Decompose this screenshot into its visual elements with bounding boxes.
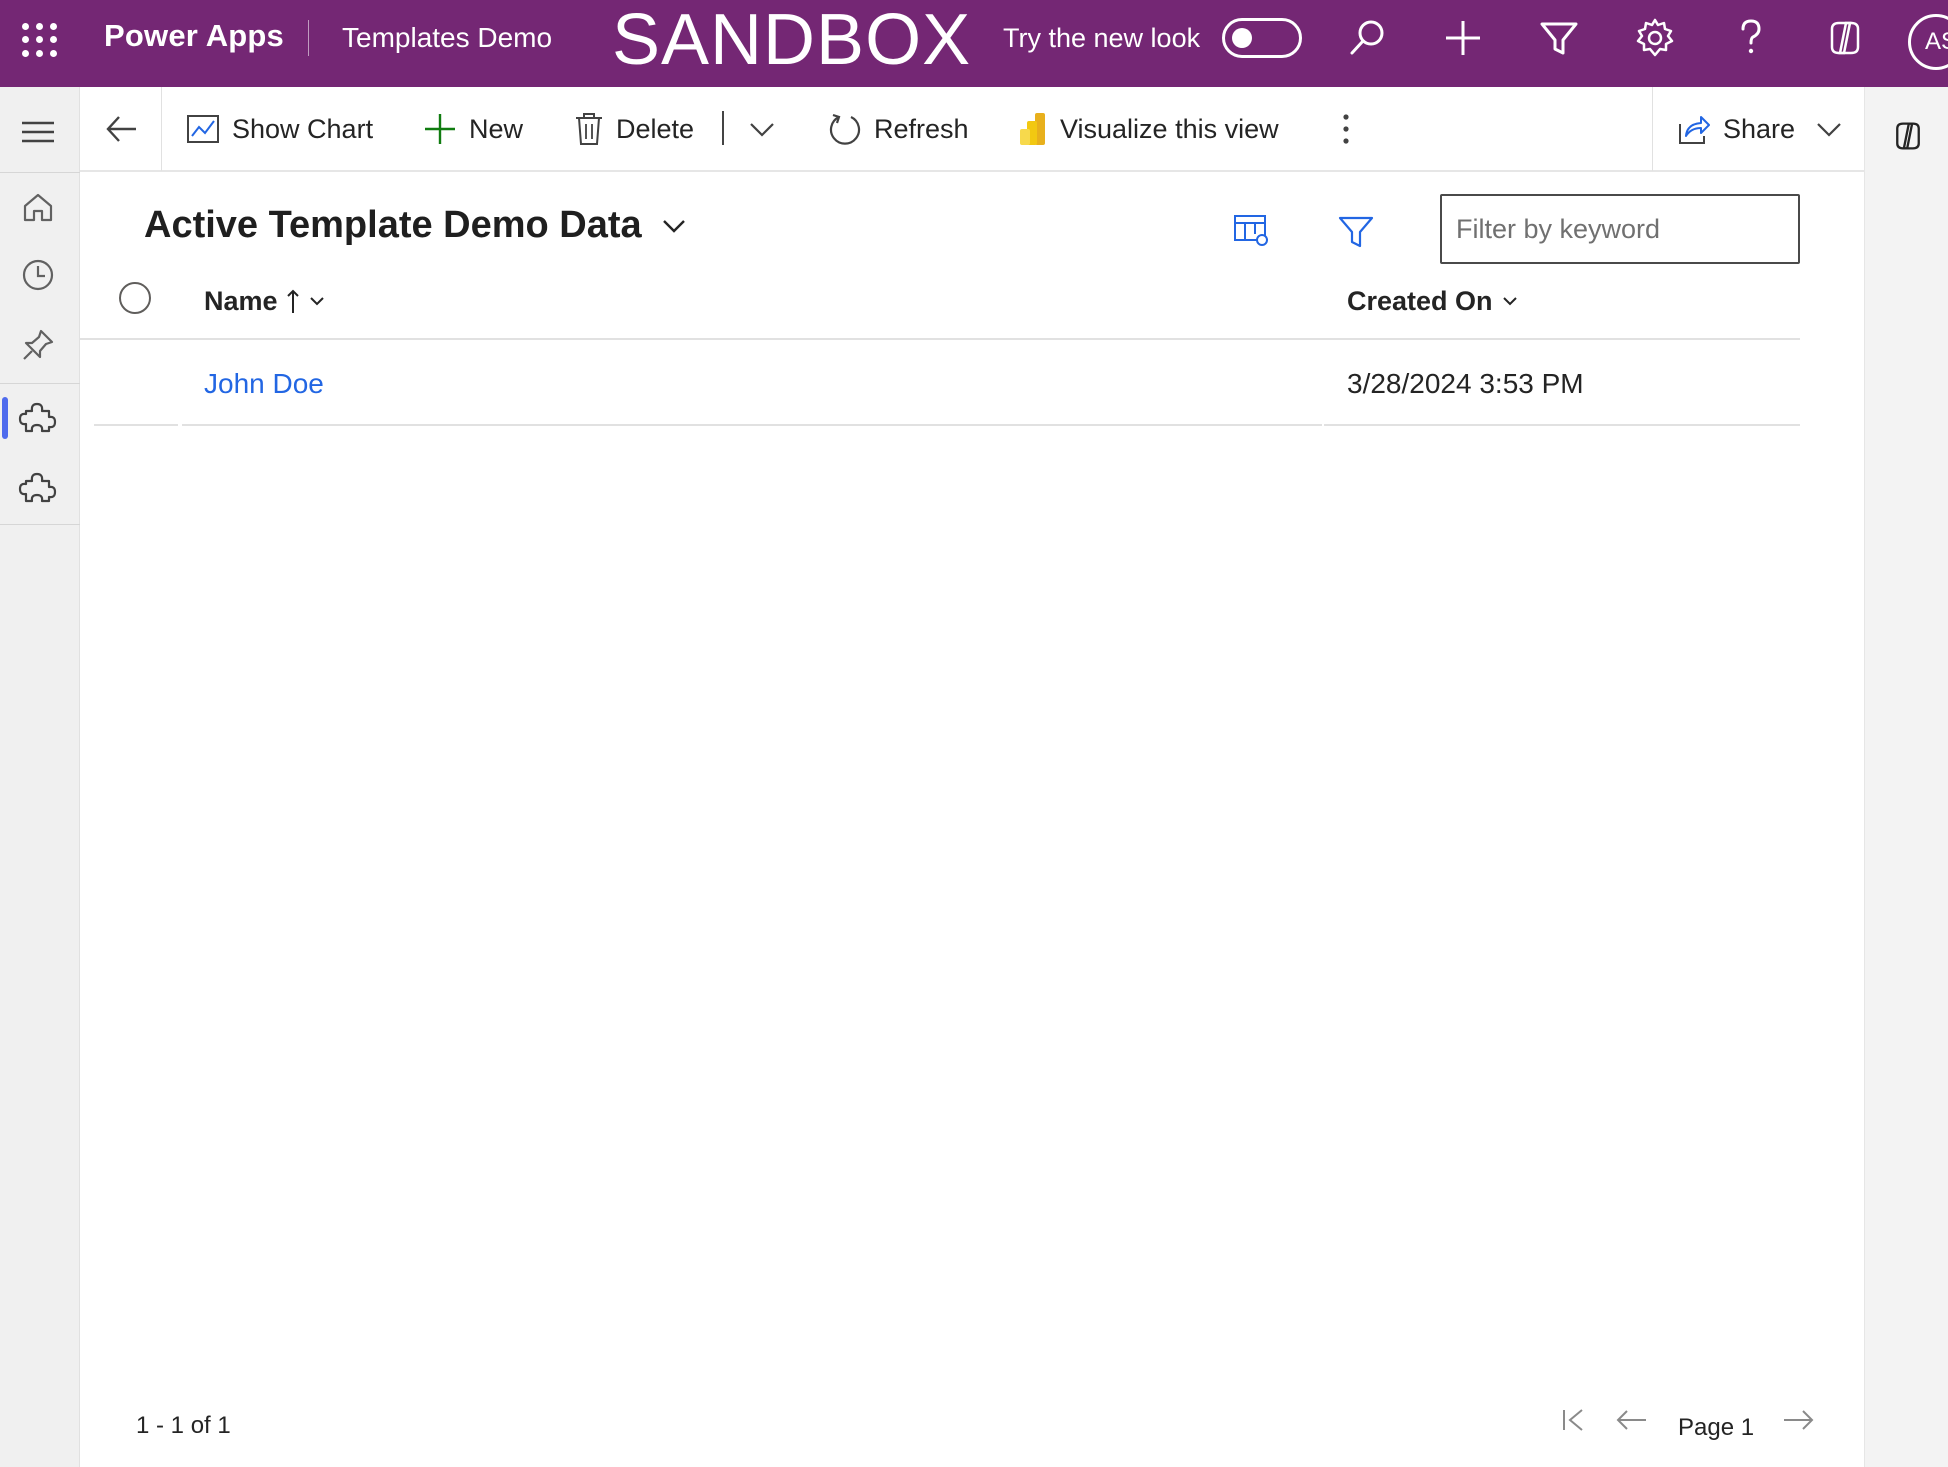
sort-ascending-icon	[286, 289, 299, 313]
visualize-view-button[interactable]: Visualize this view	[1018, 87, 1279, 171]
previous-page-icon[interactable]	[1614, 1400, 1650, 1440]
row-divider	[1324, 424, 1800, 426]
home-icon[interactable]	[18, 187, 58, 227]
add-icon	[425, 114, 455, 144]
app-name[interactable]: Power Apps	[104, 18, 284, 54]
toggle-knob	[1232, 28, 1252, 48]
add-icon[interactable]	[1440, 15, 1486, 61]
record-count: 1 - 1 of 1	[136, 1412, 231, 1439]
top-header-bar: Power Apps Templates Demo SANDBOX Try th…	[0, 0, 1948, 87]
recent-clock-icon[interactable]	[18, 255, 58, 295]
filter-icon[interactable]	[1536, 15, 1582, 61]
refresh-label: Refresh	[874, 113, 969, 144]
puzzle-icon[interactable]	[18, 397, 58, 437]
help-question-icon[interactable]	[1728, 15, 1774, 61]
trash-icon	[576, 113, 602, 145]
pin-icon[interactable]	[18, 325, 58, 365]
left-sitemap-nav	[0, 87, 80, 1467]
back-button[interactable]	[80, 87, 162, 171]
environment-name[interactable]: Templates Demo	[342, 22, 552, 54]
app-launcher-waffle-icon[interactable]	[20, 21, 58, 59]
nav-separator	[0, 524, 80, 525]
puzzle-icon[interactable]	[18, 467, 58, 507]
filter-keyword-input[interactable]	[1440, 194, 1800, 264]
next-page-icon[interactable]	[1780, 1400, 1816, 1440]
column-header-name[interactable]: Name	[204, 284, 326, 318]
delete-button[interactable]: Delete	[574, 87, 694, 171]
nav-separator	[0, 383, 80, 384]
delete-label: Delete	[616, 113, 695, 144]
edit-columns-icon[interactable]	[1232, 210, 1272, 250]
hamburger-menu-icon[interactable]	[18, 112, 58, 152]
row-divider	[94, 424, 178, 426]
chevron-down-icon	[1502, 297, 1517, 306]
more-commands-button[interactable]	[1340, 87, 1364, 171]
command-separator	[722, 111, 724, 145]
nav-selected-indicator	[2, 397, 8, 439]
sandbox-banner: SANDBOX	[612, 0, 972, 80]
column-label: Name	[204, 285, 278, 316]
column-label: Created On	[1347, 285, 1493, 316]
back-arrow-icon	[106, 116, 136, 142]
row-divider	[182, 424, 1322, 426]
chevron-down-icon	[750, 123, 774, 137]
table-row[interactable]: John Doe 3/28/2024 3:53 PM	[80, 342, 1800, 428]
created-on-cell: 3/28/2024 3:53 PM	[1347, 368, 1584, 399]
show-chart-label: Show Chart	[232, 113, 374, 144]
share-button[interactable]: Share	[1652, 87, 1864, 171]
copilot-icon[interactable]	[1822, 15, 1868, 61]
column-header-created-on[interactable]: Created On	[1347, 284, 1519, 318]
view-title: Active Template Demo Data	[144, 204, 642, 246]
more-delete-options-button[interactable]	[748, 87, 788, 171]
record-name-link[interactable]: John Doe	[204, 368, 324, 400]
select-all-checkbox[interactable]	[119, 282, 151, 314]
visualize-label: Visualize this view	[1060, 113, 1279, 144]
filter-icon[interactable]	[1336, 212, 1376, 252]
user-avatar[interactable]: AS	[1908, 14, 1948, 70]
page-number: Page 1	[1678, 1414, 1755, 1441]
chevron-down-icon	[662, 219, 685, 233]
settings-gear-icon[interactable]	[1632, 15, 1678, 61]
command-bar: Show Chart New Delete Refresh Visualize …	[80, 87, 1864, 172]
share-label: Share	[1723, 113, 1796, 144]
new-look-label: Try the new look	[1003, 23, 1201, 53]
chart-icon	[187, 115, 219, 143]
main-grid-area: Active Template Demo Data Name Created O…	[80, 172, 1864, 1467]
grid-header-row: Name Created On	[80, 282, 1800, 340]
power-bi-icon	[1020, 113, 1045, 145]
first-page-icon[interactable]	[1558, 1400, 1588, 1440]
view-selector[interactable]: Active Template Demo Data	[144, 204, 688, 247]
more-vertical-icon	[1343, 114, 1349, 144]
search-icon[interactable]	[1344, 15, 1390, 61]
new-button[interactable]: New	[423, 87, 523, 171]
right-side-pane	[1864, 87, 1948, 1467]
header-divider	[308, 20, 309, 56]
show-chart-button[interactable]: Show Chart	[186, 87, 373, 171]
chevron-down-icon	[1817, 123, 1841, 137]
nav-separator	[0, 172, 80, 173]
refresh-button[interactable]: Refresh	[828, 87, 969, 171]
copilot-icon[interactable]	[1889, 117, 1927, 155]
chevron-down-icon	[309, 297, 324, 306]
share-icon	[1679, 116, 1710, 144]
new-look-toggle[interactable]	[1222, 18, 1302, 58]
new-label: New	[469, 113, 524, 144]
refresh-icon	[829, 113, 861, 145]
